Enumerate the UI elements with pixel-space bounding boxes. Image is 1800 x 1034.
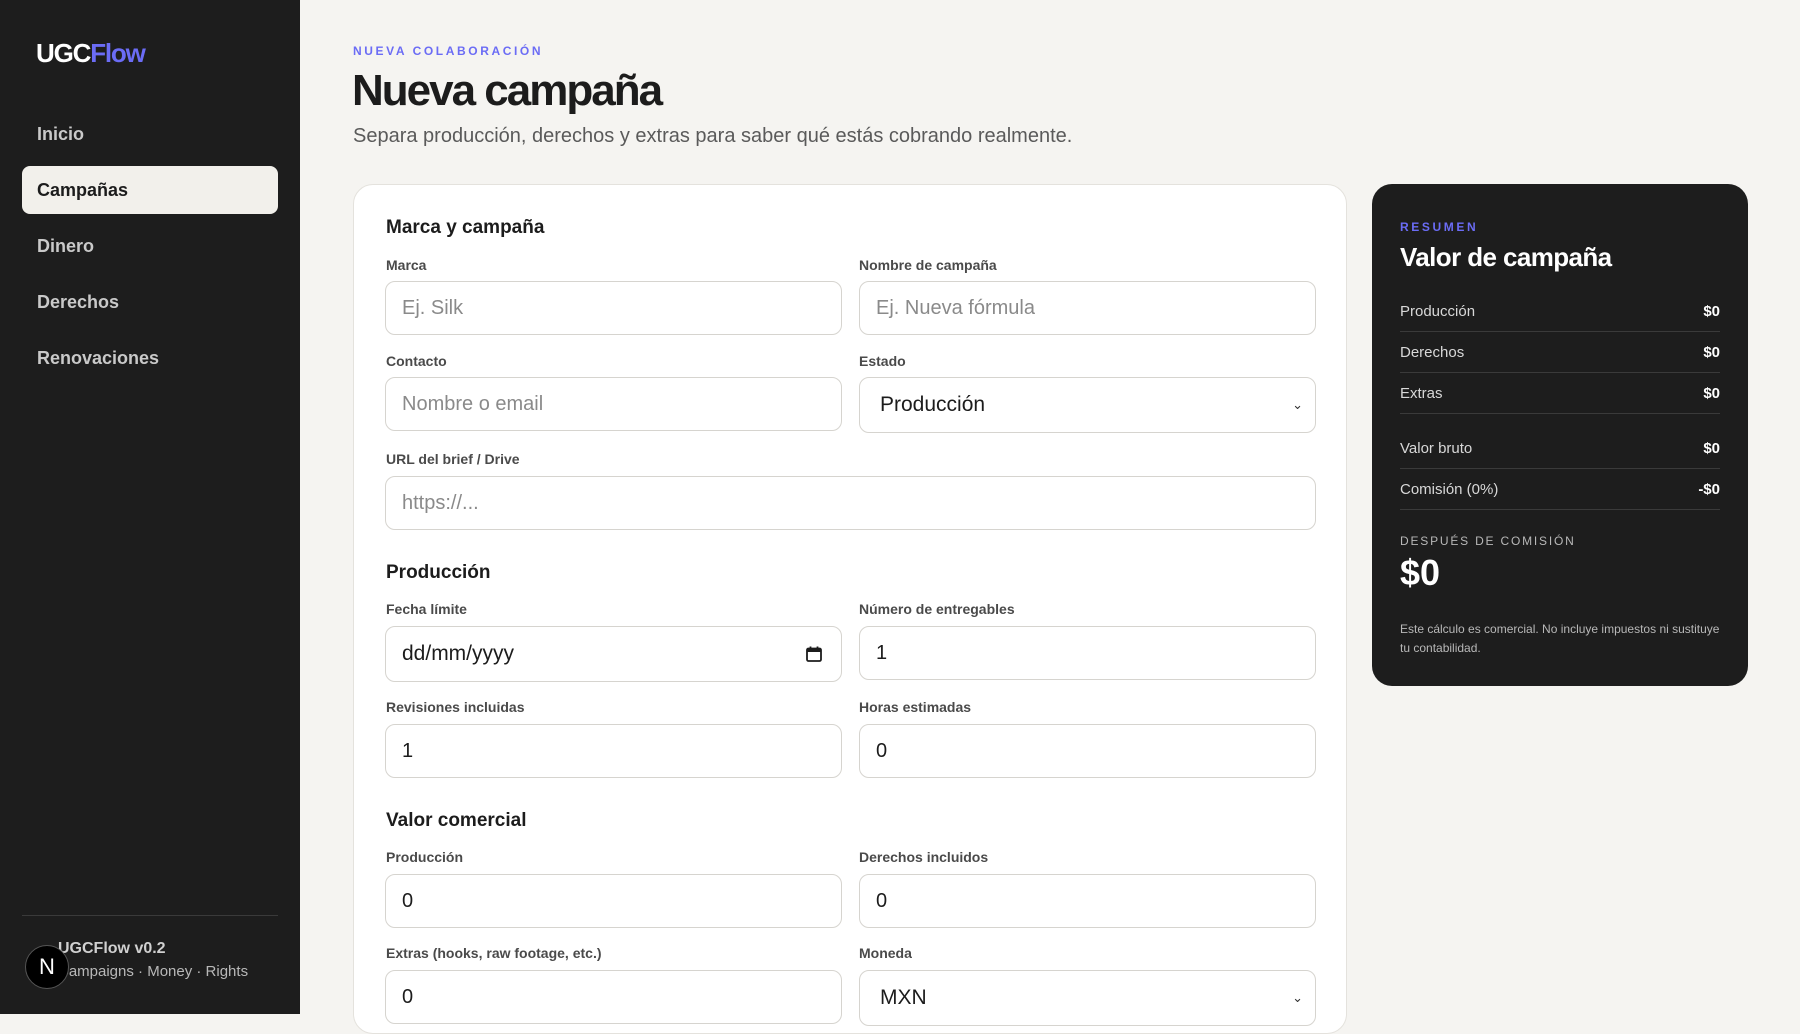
nombre-campana-input[interactable]	[859, 281, 1316, 335]
moneda-select[interactable]: MXN ⌄	[859, 970, 1316, 1026]
horas-label: Horas estimadas	[859, 699, 972, 715]
sidebar-item-dinero[interactable]: Dinero	[22, 222, 278, 270]
estado-select[interactable]: Producción ⌄	[859, 377, 1316, 433]
extras-label: Extras (hooks, raw footage, etc.)	[386, 945, 602, 961]
entregables-input[interactable]	[859, 626, 1316, 680]
n-badge-icon[interactable]: N	[25, 945, 69, 989]
summary-row-label: Producción	[1400, 303, 1476, 320]
page-title: Nueva campaña	[352, 66, 663, 115]
sidebar-item-renovaciones[interactable]: Renovaciones	[22, 334, 278, 382]
app-logo[interactable]: UGCFlow	[36, 38, 146, 69]
derechos-input[interactable]	[859, 874, 1316, 928]
summary-row-produccion: Producción $0	[1400, 292, 1720, 332]
revisiones-label: Revisiones incluidas	[386, 699, 525, 715]
fecha-limite-label: Fecha límite	[386, 601, 467, 617]
app-version: UGCFlow v0.2	[58, 940, 166, 957]
summary-row-comision: Comisión (0%) -$0	[1400, 470, 1720, 510]
summary-row-extras: Extras $0	[1400, 374, 1720, 414]
marca-input[interactable]	[385, 281, 842, 335]
summary-row-label: Comisión (0%)	[1400, 481, 1499, 498]
section-title-production: Producción	[386, 562, 491, 583]
horas-input[interactable]	[859, 724, 1316, 778]
sidebar-item-campanas[interactable]: Campañas	[22, 166, 278, 214]
sidebar-nav: Inicio Campañas Dinero Derechos Renovaci…	[22, 110, 278, 390]
summary-row-value: $0	[1703, 344, 1720, 361]
page-eyebrow: NUEVA COLABORACIÓN	[353, 44, 544, 58]
summary-row-value: $0	[1703, 303, 1720, 320]
entregables-label: Número de entregables	[859, 601, 1015, 617]
estado-label: Estado	[859, 353, 906, 369]
derechos-label: Derechos incluidos	[859, 849, 989, 865]
logo-text-ugc: UGC	[36, 38, 91, 68]
section-title-brand: Marca y campaña	[386, 217, 545, 238]
chevron-down-icon: ⌄	[1292, 397, 1303, 412]
fecha-limite-value: dd/mm/yyyy	[402, 642, 515, 665]
marca-label: Marca	[386, 257, 427, 273]
summary-title: Valor de campaña	[1400, 242, 1612, 272]
revisiones-input[interactable]	[385, 724, 842, 778]
app-tagline: Campaigns · Money · Rights	[58, 963, 249, 980]
extras-input[interactable]	[385, 970, 842, 1024]
campaign-form: Marca y campaña Marca Nombre de campaña …	[353, 184, 1347, 1034]
contacto-label: Contacto	[386, 353, 447, 369]
summary-row-valor-bruto: Valor bruto $0	[1400, 429, 1720, 469]
page-subtitle: Separa producción, derechos y extras par…	[353, 125, 1073, 147]
produccion-value-input[interactable]	[385, 874, 842, 928]
chevron-down-icon: ⌄	[1292, 990, 1303, 1005]
logo-text-flow: Flow	[90, 38, 146, 68]
url-brief-input[interactable]	[385, 476, 1316, 530]
summary-total: $0	[1400, 552, 1441, 593]
summary-row-label: Derechos	[1400, 344, 1465, 361]
summary-note: Este cálculo es comercial. No incluye im…	[1400, 622, 1720, 655]
sidebar: UGCFlow Inicio Campañas Dinero Derechos …	[0, 0, 300, 1014]
summary-row-value: -$0	[1698, 481, 1720, 498]
summary-row-value: $0	[1703, 440, 1720, 457]
url-brief-label: URL del brief / Drive	[386, 451, 520, 467]
summary-row-label: Valor bruto	[1400, 440, 1473, 457]
produccion-value-label: Producción	[386, 849, 464, 865]
nombre-campana-label: Nombre de campaña	[859, 257, 997, 273]
summary-eyebrow: RESUMEN	[1400, 220, 1479, 234]
summary-row-value: $0	[1703, 385, 1720, 402]
fecha-limite-input[interactable]: dd/mm/yyyy	[385, 626, 842, 682]
moneda-value: MXN	[880, 986, 927, 1009]
moneda-label: Moneda	[859, 945, 912, 961]
summary-row-derechos: Derechos $0	[1400, 333, 1720, 373]
sidebar-item-derechos[interactable]: Derechos	[22, 278, 278, 326]
estado-value: Producción	[880, 393, 986, 416]
calendar-icon[interactable]	[805, 645, 823, 663]
contacto-input[interactable]	[385, 377, 842, 431]
sidebar-divider	[22, 915, 278, 916]
sidebar-item-inicio[interactable]: Inicio	[22, 110, 278, 158]
summary-row-label: Extras	[1400, 385, 1443, 402]
summary-after-label: DESPUÉS DE COMISIÓN	[1400, 534, 1576, 548]
summary-card: RESUMEN Valor de campaña Producción $0 D…	[1372, 184, 1748, 686]
section-title-value: Valor comercial	[386, 810, 527, 831]
